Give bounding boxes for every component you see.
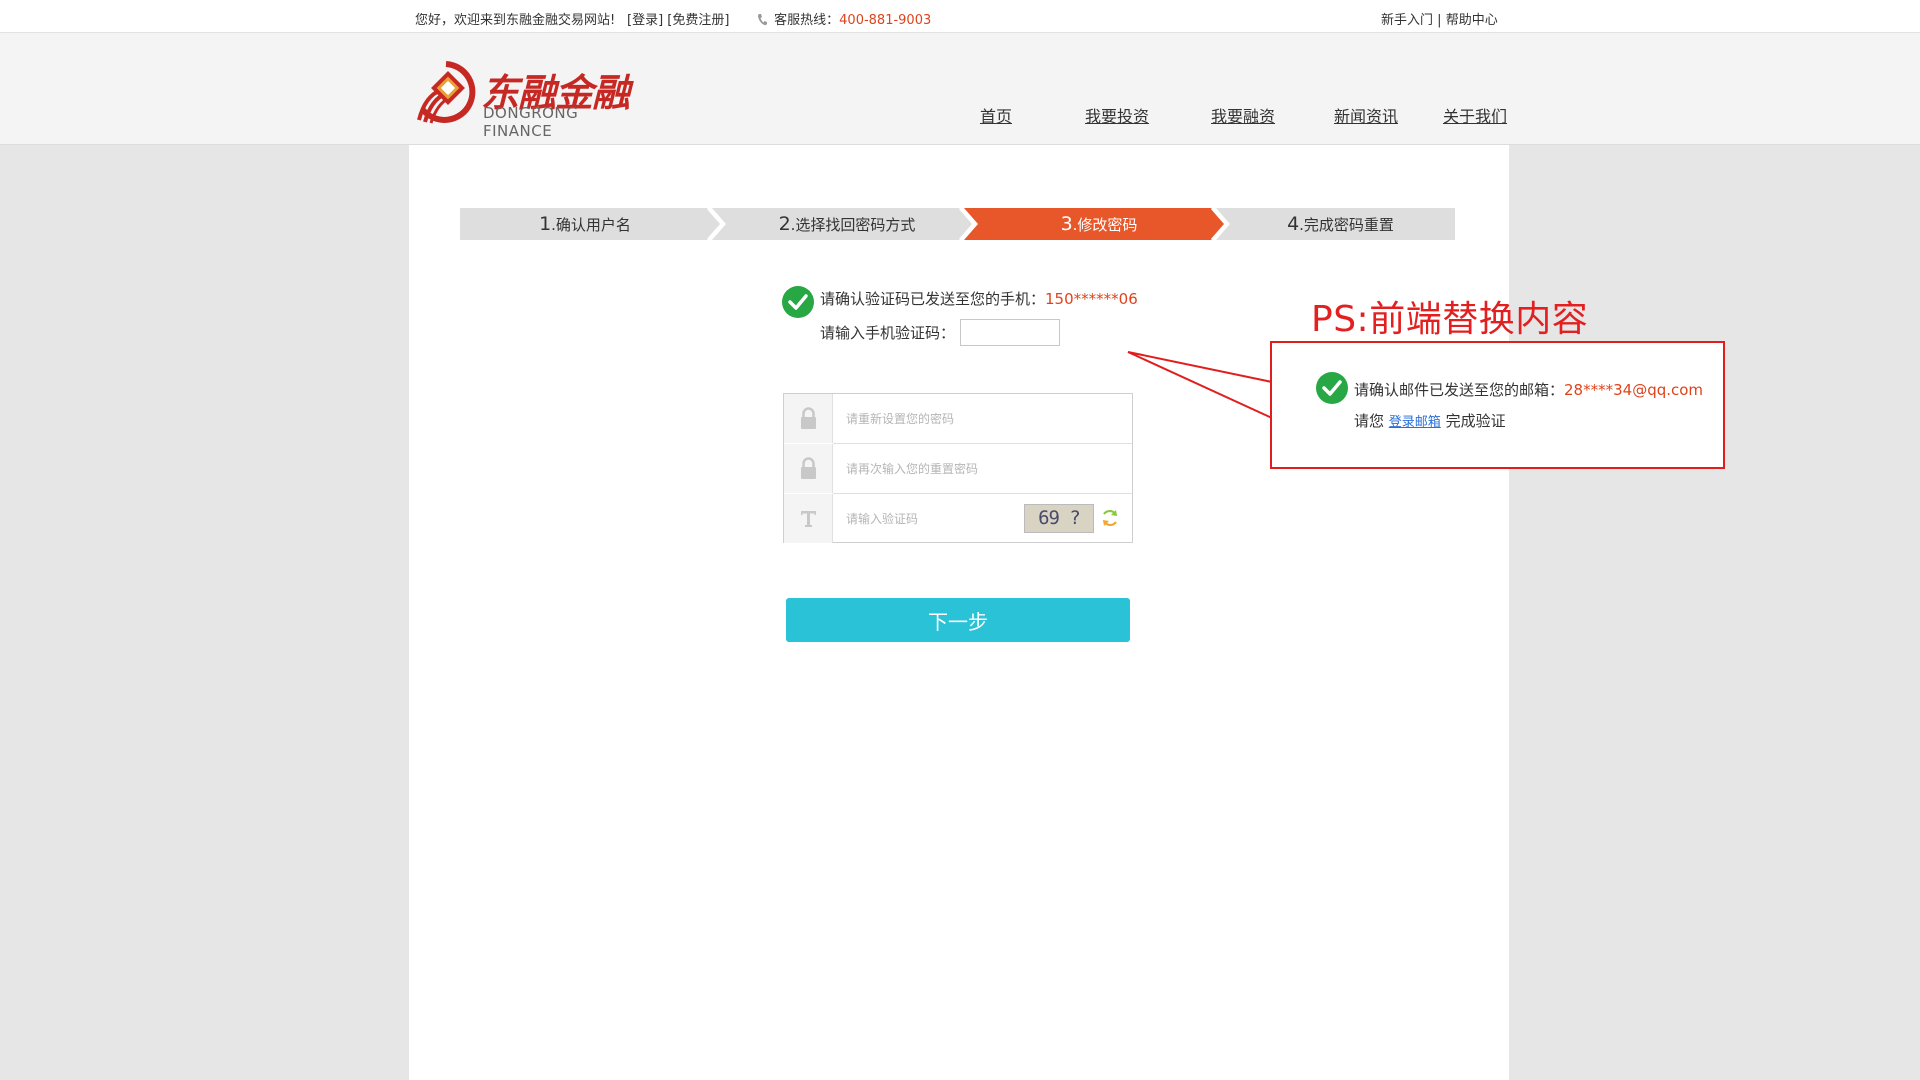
top-bar: 您好，欢迎来到东融金融交易网站! [登录] [免费注册] 客服热线：400-88… <box>0 0 1920 33</box>
register-link[interactable]: [免费注册] <box>667 13 729 28</box>
hotline: 客服热线：400-881-9003 <box>757 9 931 28</box>
refresh-icon[interactable] <box>1100 508 1120 528</box>
step-3-active: 3.修改密码 <box>1060 213 1138 235</box>
nav-news[interactable]: 新闻资讯 <box>1334 103 1398 127</box>
check-circle-icon <box>1316 372 1348 404</box>
login-link[interactable]: [登录] <box>627 13 663 28</box>
email-sent-text: 请确认邮件已发送至您的邮箱：28****34@qq.com <box>1354 381 1704 399</box>
masked-email: 28****34@qq.com <box>1564 381 1704 399</box>
annotation-box <box>1270 341 1725 469</box>
lock-icon <box>801 407 816 429</box>
annotation-title: PS:前端替换内容 <box>1311 299 1589 340</box>
phone-icon <box>758 14 767 26</box>
top-divider: | <box>1437 13 1442 28</box>
new-password-input[interactable] <box>846 407 1056 431</box>
captcha-image[interactable]: 69 ? =57 <box>1024 504 1094 533</box>
nav-financing[interactable]: 我要融资 <box>1211 103 1275 127</box>
logo[interactable]: 东融金融 DONGRONG FINANCE <box>415 60 645 140</box>
nav-about[interactable]: 关于我们 <box>1443 103 1507 127</box>
hotline-label: 客服热线： <box>774 13 840 28</box>
nav-home[interactable]: 首页 <box>980 103 1012 127</box>
top-right-links: 新手入门 | 帮助中心 <box>1381 9 1498 28</box>
step-4: 4.完成密码重置 <box>1287 213 1394 235</box>
auth-links: [登录] [免费注册] <box>627 9 729 28</box>
captcha-row: 69 ? =57 <box>784 494 1132 544</box>
step-2: 2.选择找回密码方式 <box>778 213 916 235</box>
step-progress: 1.确认用户名 2.选择找回密码方式 3.修改密码 4.完成密码重置 <box>460 208 1455 240</box>
password-form: 69 ? =57 <box>783 393 1133 543</box>
masked-phone: 150******06 <box>1045 290 1138 308</box>
check-circle-icon <box>782 286 814 318</box>
email-verify-instruction: 请您 登录邮箱 完成验证 <box>1354 412 1506 430</box>
confirm-password-input[interactable] <box>846 457 1056 481</box>
phone-code-input[interactable] <box>960 319 1060 346</box>
logo-emblem-icon <box>417 61 476 124</box>
welcome-text: 您好，欢迎来到东融金融交易网站! <box>415 13 616 28</box>
header: 东融金融 DONGRONG FINANCE 首页 我要投资 我要融资 新闻资讯 … <box>0 33 1920 145</box>
login-email-link[interactable]: 登录邮箱 <box>1389 415 1441 430</box>
help-center-link[interactable]: 帮助中心 <box>1446 13 1498 28</box>
hotline-number: 400-881-9003 <box>839 13 932 28</box>
confirm-password-row <box>784 444 1132 494</box>
new-password-row <box>784 394 1132 444</box>
lock-icon <box>801 457 816 479</box>
beginner-link[interactable]: 新手入门 <box>1381 13 1433 28</box>
logo-en-text: DONGRONG FINANCE <box>483 104 579 140</box>
step-1: 1.确认用户名 <box>539 213 631 235</box>
text-t-icon <box>801 511 816 527</box>
nav-invest[interactable]: 我要投资 <box>1085 103 1149 127</box>
phone-code-label: 请输入手机验证码： <box>820 324 956 342</box>
next-step-button[interactable]: 下一步 <box>786 598 1130 642</box>
captcha-input[interactable] <box>846 507 1016 531</box>
phone-sent-text: 请确认验证码已发送至您的手机：150******06 <box>820 290 1138 308</box>
